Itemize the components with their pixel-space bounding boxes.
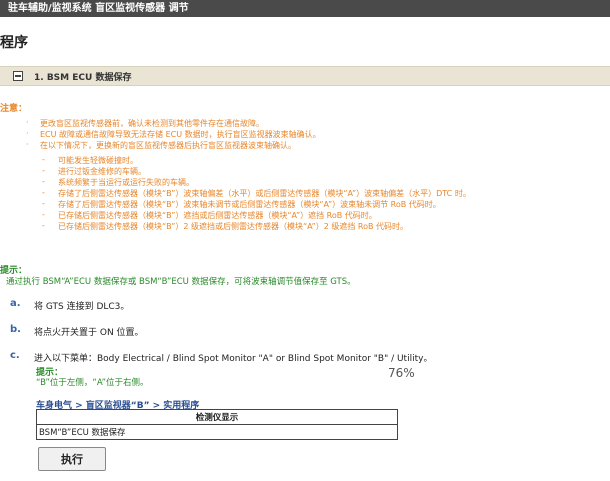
table-row: BSM“B”ECU 数据保存 — [36, 424, 398, 440]
section-header[interactable]: 1. BSM ECU 数据保存 — [0, 66, 610, 86]
execute-button[interactable]: 执行 — [38, 447, 106, 471]
breadcrumb: 驻车辅助/监视系统 盲区监视传感器 调节 — [8, 3, 189, 14]
step-text-c: 进入以下菜单：Body Electrical / Blind Spot Moni… — [34, 354, 433, 364]
sub-bullet-dash: - — [42, 199, 45, 208]
bullet-dot: · — [26, 129, 29, 138]
caution-subitem: 存储了后侧雷达传感器（模块“B”）波束轴未调节或后侧雷达传感器（模块“A”）波束… — [58, 200, 441, 209]
tester-display-table: 检测仪显示 BSM“B”ECU 数据保存 — [36, 409, 398, 440]
caution-label: 注意： — [0, 104, 28, 114]
step-letter-b: b. — [10, 324, 21, 335]
sub-bullet-dash: - — [42, 155, 45, 164]
caution-subitem: 存储了后侧雷达传感器（模块“B”）波束轴偏差（水平）或后侧雷达传感器（模块“A”… — [58, 189, 471, 198]
bullet-dot: · — [26, 118, 29, 127]
caution-subitem: 已存储后侧雷达传感器（模块“B”）2 级遮挡或后侧雷达传感器（模块“A”）2 级… — [58, 222, 409, 231]
sub-bullet-dash: - — [42, 177, 45, 186]
page-title: 程序 — [0, 35, 28, 51]
sub-bullet-dash: - — [42, 221, 45, 230]
sub-bullet-dash: - — [42, 166, 45, 175]
caution-item: ECU 故障或通信故障导致无法存储 ECU 数据时，执行盲区监视器波束轴确认。 — [40, 130, 321, 139]
caution-item: 更改盲区监视传感器前，确认未检测到其他零件存在通信故障。 — [40, 119, 264, 128]
sub-hint-text: “B”位于左侧，“A”位于右侧。 — [36, 378, 149, 388]
collapse-icon[interactable] — [13, 71, 23, 81]
section-title: 1. BSM ECU 数据保存 — [34, 73, 132, 83]
caution-subitem: 可能发生轻微碰撞时。 — [58, 156, 138, 165]
top-breadcrumb-bar: 驻车辅助/监视系统 盲区监视传感器 调节 — [0, 0, 610, 17]
step-letter-a: a. — [10, 298, 21, 309]
sub-bullet-dash: - — [42, 188, 45, 197]
step-letter-c: c. — [10, 350, 20, 361]
caution-subitem: 已存储后侧雷达传感器（模块“B”）遮挡或后侧雷达传感器（模块“A”）遮挡 RoB… — [58, 211, 377, 220]
table-header: 检测仪显示 — [36, 409, 398, 425]
step-text-a: 将 GTS 连接到 DLC3。 — [34, 302, 130, 312]
bullet-dot: · — [26, 140, 29, 149]
caution-subitem: 进行过钣金维修的车辆。 — [58, 167, 146, 176]
zoom-indicator: 76% — [388, 366, 415, 380]
caution-subitem: 系统频繁于当运行或运行失败的车辆。 — [58, 178, 194, 187]
sub-bullet-dash: - — [42, 210, 45, 219]
hint-text: 通过执行 BSM“A”ECU 数据保存或 BSM“B”ECU 数据保存，可将波束… — [6, 277, 356, 287]
step-text-b: 将点火开关置于 ON 位置。 — [34, 328, 144, 338]
caution-item: 在以下情况下，更换新的盲区监视传感器后执行盲区监视器波束轴确认。 — [40, 141, 296, 150]
